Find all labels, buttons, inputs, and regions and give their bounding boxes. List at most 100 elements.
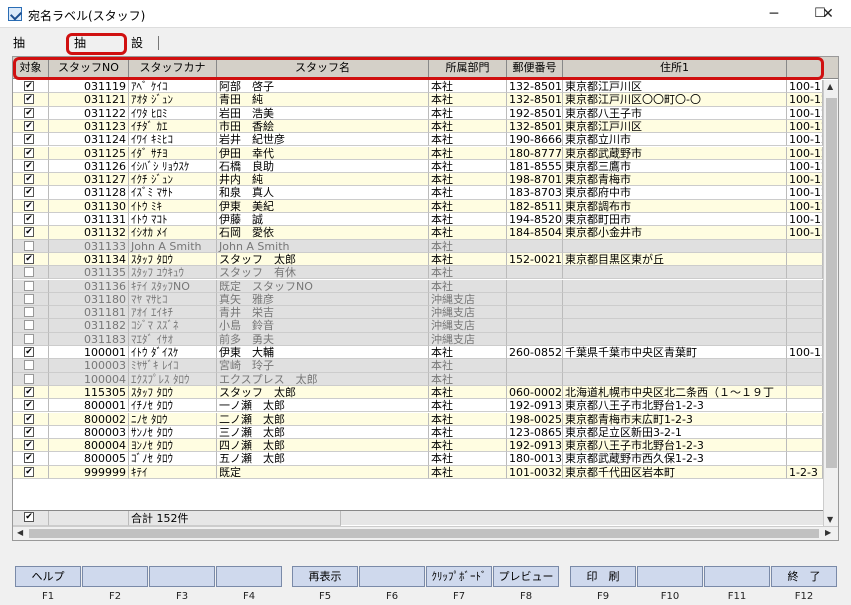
target-cell: ✔ [13, 199, 49, 213]
table-row[interactable]: 031135 ｽﾀｯﾌ ﾕｳｷｭｳ スタッフ 有休 本社 [13, 266, 823, 280]
row-checkbox[interactable]: ✔ [24, 107, 34, 118]
row-checkbox[interactable]: ✔ [24, 81, 34, 91]
fkey-button-f10[interactable] [637, 566, 703, 587]
minimize-button[interactable]: ─ [751, 0, 797, 28]
row-checkbox[interactable]: ✔ [24, 134, 34, 145]
row-checkbox[interactable] [24, 280, 34, 291]
staff-name-cell: 既定 [217, 465, 429, 479]
address1-cell [563, 239, 787, 253]
fkey-button-f2[interactable] [82, 566, 148, 587]
fkey-button-f12[interactable]: 終 了 [771, 566, 837, 587]
row-checkbox[interactable]: ✔ [24, 453, 34, 464]
total-checkbox[interactable]: ✔ [24, 512, 34, 522]
row-checkbox[interactable]: ✔ [24, 227, 34, 238]
table-row[interactable]: ✔ 031127 ｲｸﾁ ｼﾞｭﾝ 井内 純本社 198-8701 東京都青梅市 100-1… [13, 173, 823, 187]
row-checkbox[interactable] [24, 373, 34, 384]
row-checkbox[interactable] [24, 293, 34, 304]
row-checkbox[interactable]: ✔ [24, 413, 34, 424]
vertical-scroll-thumb[interactable] [826, 98, 837, 468]
row-checkbox[interactable]: ✔ [24, 120, 34, 131]
row-checkbox[interactable]: ✔ [24, 174, 34, 185]
target-cell [13, 372, 49, 386]
fkey-button-f6[interactable] [359, 566, 425, 587]
table-row[interactable]: ✔ 115305 ｽﾀｯﾌ ﾀﾛｳ スタッフ 太郎 本社 060-0002 北海道札幌市中央… [13, 385, 823, 400]
vertical-scrollbar[interactable]: ▲ ▼ [823, 80, 838, 526]
table-row[interactable]: ✔ 800005 ｺﾞﾉｾ ﾀﾛｳ 五ノ瀬 太郎 本社 180-0013 東京都武蔵野市西久… [13, 452, 823, 466]
row-checkbox[interactable]: ✔ [24, 94, 34, 105]
scroll-up-icon[interactable]: ▲ [827, 82, 833, 91]
scroll-left-icon[interactable]: ◀ [17, 528, 23, 537]
table-row[interactable]: 031183 ﾏｴﾀﾞ ｲｻｵ 前多 勇夫 沖縄支店 [13, 332, 823, 346]
tab-extract-conditions[interactable]: 抽出条件 [10, 33, 28, 110]
row-checkbox[interactable]: ✔ [24, 400, 34, 411]
table-row[interactable]: ✔ 031121 ｱｵﾀ ｼﾞｭﾝ 青田 純本社 132-8501 東京都江戸川区〇〇町〇… [13, 93, 823, 107]
row-checkbox[interactable] [24, 320, 34, 331]
scroll-down-icon[interactable]: ▼ [827, 515, 833, 524]
row-checkbox[interactable] [24, 360, 34, 371]
fkey-button-f8[interactable]: プレビュー [493, 566, 559, 587]
staff-name-cell: John A Smith [217, 239, 429, 253]
table-row[interactable]: ✔ 800004 ﾖﾝﾉｾ ﾀﾛｳ 四ノ瀬 太郎 本社 192-0913 東京都八王子市北野… [13, 439, 823, 453]
staff-no-cell: 031127 [49, 173, 129, 187]
table-row[interactable]: 031133 John A Smith John A Smith 本社 [13, 239, 823, 253]
table-row[interactable]: ✔ 031122 ｲﾜﾀ ﾋﾛﾐ 岩田 浩美 本社 192-8501 東京都八王子市 100-… [13, 106, 823, 120]
row-checkbox[interactable] [24, 240, 34, 251]
row-checkbox[interactable] [24, 333, 34, 344]
table-row[interactable]: ✔ 031134 ｽﾀｯﾌ ﾀﾛｳ スタッフ 太郎 本社 152-0021 東京都目黒区東が… [13, 252, 823, 267]
row-checkbox[interactable]: ✔ [24, 347, 34, 357]
row-checkbox[interactable]: ✔ [24, 214, 34, 224]
row-checkbox[interactable]: ✔ [24, 386, 34, 397]
dept-cell: 本社 [429, 119, 507, 134]
staff-no-cell: 800003 [49, 425, 129, 440]
scroll-right-icon[interactable]: ▶ [825, 528, 831, 537]
table-row[interactable]: ✔ 031132 ｲｼｵｶ ﾒｲ 石岡 愛依 本社 184-8504 東京都小金井市 100-… [13, 226, 823, 240]
tab-settings[interactable]: 設定 [128, 33, 146, 70]
fkey-button-f7[interactable]: ｸﾘｯﾌﾟﾎﾞｰﾄﾞ [426, 566, 492, 587]
close-button[interactable]: ✕ [805, 0, 851, 28]
fkey-button-f3[interactable] [149, 566, 215, 587]
row-checkbox[interactable]: ✔ [24, 466, 34, 477]
row-checkbox[interactable]: ✔ [24, 187, 34, 198]
horizontal-scroll-thumb[interactable] [29, 529, 819, 538]
staff-no-cell: 031130 [49, 199, 129, 213]
staff-no-cell: 115305 [49, 385, 129, 400]
table-row[interactable]: ✔ 031123 ｲﾁﾀﾞ ｶｴ 市田 香絵 本社 132-8501 東京都江戸川区 100-… [13, 119, 823, 134]
table-row[interactable]: ✔ 031131ｲﾄｳ ﾏｺﾄ伊藤 誠本社194-8520東京都町田市100-13 [13, 213, 823, 227]
row-checkbox[interactable] [24, 307, 34, 318]
fkey-label-f5: F5 [318, 591, 332, 602]
table-row[interactable]: 100003 ﾐﾔｻﾞｷ ﾚｲｺ 宮崎 玲子 本社 [13, 359, 823, 373]
row-checkbox[interactable]: ✔ [24, 440, 34, 451]
table-row[interactable]: ✔ 800001 ｲﾁﾉｾ ﾀﾛｳ 一ノ瀬 太郎 本社 192-0913 東京都八王子市北野… [13, 399, 823, 413]
row-checkbox[interactable]: ✔ [24, 147, 34, 158]
table-row[interactable]: ✔ 031119 ｱﾍﾞ ｹｲｺ 阿部 啓子 本社 132-8501 東京都江戸川区 100-… [13, 80, 823, 94]
row-checkbox[interactable]: ✔ [24, 200, 34, 211]
dept-cell: 本社 [429, 159, 507, 174]
staff-no-cell: 031123 [49, 119, 129, 134]
table-row[interactable]: 031182 ｺｼﾞﾏ ｽｽﾞﾈ 小島 鈴音 沖縄支店 [13, 319, 823, 333]
row-checkbox[interactable]: ✔ [24, 160, 34, 171]
table-row[interactable]: ✔ 031126 ｲｼﾊﾞｼ ﾘｮｳｽｹ 石橋 良助 本社 181-8555 東京都三鷹市 1… [13, 159, 823, 174]
staff-name-cell: 伊田 幸代 [217, 146, 429, 160]
fkey-button-f5[interactable]: 再表示 [292, 566, 358, 587]
row-checkbox[interactable]: ✔ [24, 253, 34, 264]
table-row[interactable]: ✔ 031128 ｲｽﾞﾐ ﾏｻﾄ 和泉 真人 本社 183-8703 東京都府中市 100-… [13, 186, 823, 200]
table-row[interactable]: ✔ 800002 ﾆﾉｾ ﾀﾛｳ 二ノ瀬 太郎 本社 198-0025 東京都青梅市末広町1… [13, 412, 823, 426]
row-checkbox[interactable]: ✔ [24, 426, 34, 437]
fkey-button-f9[interactable]: 印 刷 [570, 566, 636, 587]
zip-cell: 198-8701 [507, 173, 563, 187]
table-row[interactable]: 100004 ｴｸｽﾌﾟﾚｽ ﾀﾛｳ エクスプレス 太郎 本社 [13, 372, 823, 386]
table-row[interactable]: ✔ 031130ｲﾄｳ ﾐｷ伊東 美紀本社182-8511東京都調布市100-12 [13, 199, 823, 213]
table-row[interactable]: ✔ 999999 ｷﾃｲ 既定 本社 101-0032 東京都千代田区岩本町 1-2-3 [13, 465, 823, 479]
fkey-button-f1[interactable]: ヘルプ [15, 566, 81, 587]
table-row[interactable]: 031180 ﾏﾔ ﾏｻﾋｺ 真矢 雅彦 沖縄支店 [13, 292, 823, 307]
horizontal-scrollbar[interactable]: ◀ ▶ [13, 526, 838, 540]
fkey-button-f11[interactable] [704, 566, 770, 587]
table-row[interactable]: ✔ 800003 ｻﾝﾉｾ ﾀﾛｳ 三ノ瀬 太郎 本社 123-0865 東京都足立区新田3… [13, 425, 823, 440]
table-row[interactable]: ✔ 031125 ｲﾀﾞ ｻﾁﾖ 伊田 幸代 本社 180-8777 東京都武蔵野市 100-… [13, 146, 823, 160]
fkey-button-f4[interactable] [216, 566, 282, 587]
table-row[interactable]: ✔ 031124 ｲﾜｲ ｷﾐﾋｺ 岩井 紀世彦 本社 190-8666 東京都立川市 100… [13, 133, 823, 147]
table-row[interactable]: ✔ 100001 ｲﾄｳ ﾀﾞｲｽｹ 伊東 大輔 本社 260-0852 千葉県千葉市中央区… [13, 346, 823, 360]
table-row[interactable]: 031136 ｷﾃｲ ｽﾀｯﾌNO 既定 スタッフNO 本社 [13, 279, 823, 293]
row-checkbox[interactable] [24, 267, 34, 278]
table-row[interactable]: 031181 ｱｵｲ ｴｲｷﾁ 青井 栄吉 沖縄支店 [13, 306, 823, 320]
